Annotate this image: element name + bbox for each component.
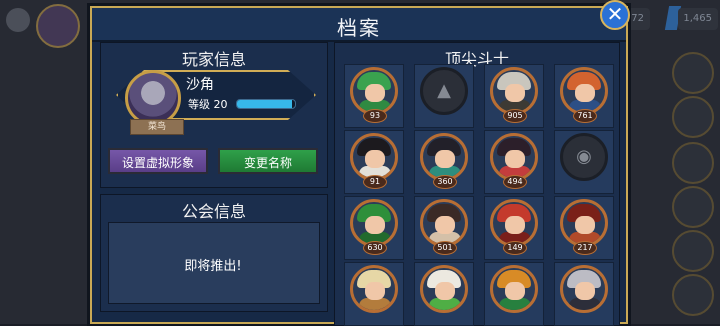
fighter-face: [575, 216, 595, 234]
fighter-portrait: [560, 199, 608, 247]
close-button[interactable]: ✕: [600, 0, 630, 30]
fighter-slot[interactable]: 905: [484, 64, 544, 128]
fighter-portrait: [490, 199, 538, 247]
fighter-portrait: [560, 265, 608, 313]
fighter-slot[interactable]: 630: [344, 196, 404, 260]
fighter-body: [429, 298, 461, 310]
fighter-face: [365, 150, 385, 168]
hud-avatar: [36, 4, 80, 48]
player-info-title: 玩家信息: [181, 50, 246, 69]
modal-title-bar: 档案: [92, 8, 626, 42]
fighter-slot[interactable]: [554, 262, 614, 326]
fighter-slot[interactable]: 501: [414, 196, 474, 260]
fighter-count: 905: [503, 109, 527, 123]
fighter-slot[interactable]: 93: [344, 64, 404, 128]
fighter-slot[interactable]: [484, 262, 544, 326]
fighter-face: [435, 150, 455, 168]
fighter-slot[interactable]: 494: [484, 130, 544, 194]
player-avatar[interactable]: [125, 70, 181, 126]
fighter-face: [575, 282, 595, 300]
fighter-portrait: [490, 67, 538, 115]
fighter-count: 494: [503, 175, 527, 189]
fighter-portrait: [350, 67, 398, 115]
fighter-face: [505, 84, 525, 102]
fighter-body: [499, 298, 531, 310]
fighter-portrait: [350, 199, 398, 247]
level-progress-bar: [236, 99, 296, 109]
locked-fighter-icon: ◉: [560, 133, 608, 181]
fighter-portrait: [490, 133, 538, 181]
locked-fighter-icon: ▲: [420, 67, 468, 115]
fighter-count: 91: [363, 175, 387, 189]
guild-status-text: 即将推出!: [184, 259, 242, 274]
fighter-slot[interactable]: [344, 262, 404, 326]
level-label-text: 等级: [188, 98, 210, 111]
fighter-count: 93: [363, 109, 387, 123]
fighter-face: [365, 216, 385, 234]
set-avatar-button[interactable]: 设置虚拟形象: [108, 148, 208, 174]
side-portrait-2: [672, 96, 714, 138]
fighter-count: 630: [363, 241, 387, 255]
fighter-count: 501: [433, 241, 457, 255]
fighter-face: [505, 150, 525, 168]
level-value: 20: [213, 98, 228, 111]
player-name: 沙角: [186, 77, 214, 93]
crystals-count: 1,465: [683, 13, 712, 24]
fighter-slot[interactable]: 91: [344, 130, 404, 194]
fighter-face: [505, 216, 525, 234]
fighter-portrait: [560, 67, 608, 115]
crystals-counter: 1,465: [678, 8, 718, 30]
fighter-body: [569, 298, 601, 310]
fighter-count: 761: [573, 109, 597, 123]
fighter-portrait: [420, 265, 468, 313]
side-portrait-5: [672, 230, 714, 272]
fighter-slot[interactable]: ◉: [554, 130, 614, 194]
rank-badge: 菜鸟: [130, 119, 184, 135]
level-progress-fill: [237, 100, 293, 108]
fighter-portrait: [490, 265, 538, 313]
fighter-body: [359, 298, 391, 310]
side-portrait-6: [672, 274, 714, 316]
fighter-slot[interactable]: [414, 262, 474, 326]
fighter-portrait: [350, 133, 398, 181]
fighter-slot[interactable]: ▲: [414, 64, 474, 128]
fighter-slot[interactable]: 761: [554, 64, 614, 128]
side-portrait-3: [672, 142, 714, 184]
fighter-slot[interactable]: 360: [414, 130, 474, 194]
fighter-count: 149: [503, 241, 527, 255]
fighter-face: [505, 282, 525, 300]
side-portrait-1: [672, 52, 714, 94]
guild-info-title: 公会信息: [181, 202, 246, 221]
fighter-face: [365, 84, 385, 102]
fighter-face: [575, 84, 595, 102]
fighter-portrait: [350, 265, 398, 313]
fighter-portrait: [420, 199, 468, 247]
wolf-silhouette-icon: ▲: [437, 80, 451, 101]
side-portrait-4: [672, 186, 714, 228]
fighter-face: [435, 216, 455, 234]
modal-title: 档案: [337, 16, 381, 40]
fighter-portrait: [420, 133, 468, 181]
fighter-count: 360: [433, 175, 457, 189]
settings-gear-icon: [6, 8, 30, 32]
fighter-face: [365, 282, 385, 300]
level-label: 等级 20: [188, 96, 228, 112]
fighter-slot[interactable]: 149: [484, 196, 544, 260]
fighter-slot[interactable]: 217: [554, 196, 614, 260]
grin-silhouette-icon: ◉: [576, 146, 592, 167]
close-icon: ✕: [606, 2, 624, 26]
fighter-count: 217: [573, 241, 597, 255]
fighter-face: [435, 282, 455, 300]
rename-button[interactable]: 变更名称: [218, 148, 318, 174]
